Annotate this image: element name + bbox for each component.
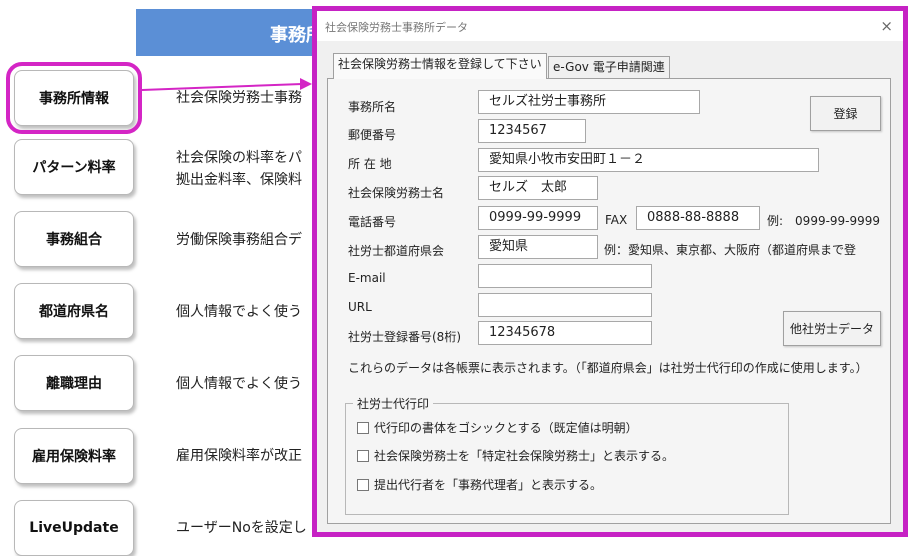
fax-field[interactable]: 0888-88-8888 — [636, 206, 760, 230]
office-name-label: 事務所名 — [348, 100, 397, 114]
email-field[interactable] — [478, 264, 652, 288]
reg-no-label: 社労士登録番号(8桁) — [348, 330, 461, 344]
phone-field[interactable]: 0999-99-9999 — [478, 206, 598, 230]
sidebar-label: 都道府県名 — [39, 304, 109, 320]
sidebar-button-liveupdate[interactable]: LiveUpdate — [14, 500, 134, 556]
checkbox-label: 提出代行者を「事務代理者」と表示する。 — [374, 478, 603, 492]
other-button-label: 他社労士データ — [789, 322, 874, 336]
tab-label: e-Gov 電子申請関連 — [553, 60, 665, 74]
name-label: 社会保険労務士名 — [348, 186, 445, 200]
fax-label: FAX — [605, 213, 628, 227]
sidebar-button-pattern-rate[interactable]: パターン料率 — [14, 139, 134, 195]
sidebar-button-prefecture[interactable]: 都道府県名 — [14, 283, 134, 339]
prefecture-field[interactable]: 愛知県 — [478, 235, 598, 259]
sidebar-label: LiveUpdate — [29, 520, 119, 536]
url-field[interactable] — [478, 293, 652, 317]
sidebar-label: パターン料率 — [32, 160, 116, 176]
address-field[interactable]: 愛知県小牧市安田町１－２ — [478, 148, 819, 172]
checkbox-icon — [357, 421, 369, 434]
email-label: E-mail — [348, 271, 386, 285]
gothic-checkbox[interactable]: 代行印の書体をゴシックとする（既定値は明朝） — [357, 419, 638, 436]
close-icon[interactable]: × — [880, 17, 893, 35]
name-field[interactable]: セルズ 太郎 — [478, 176, 598, 200]
sidebar-desc: 労働保険事務組合デ — [176, 232, 302, 248]
tab-label: 社会保険労務士情報を登録して下さい — [338, 57, 542, 71]
tab-egov[interactable]: e-Gov 電子申請関連 — [548, 56, 670, 78]
checkbox-label: 代行印の書体をゴシックとする（既定値は明朝） — [374, 421, 638, 435]
sidebar-label: 雇用保険料率 — [32, 449, 116, 465]
sidebar-label: 事務組合 — [46, 232, 102, 248]
sidebar-button-office-info[interactable]: 事務所情報 — [6, 62, 142, 134]
other-sharoushi-button[interactable]: 他社労士データ — [783, 311, 881, 346]
register-button-label: 登録 — [833, 107, 858, 121]
postal-field[interactable]: 1234567 — [478, 119, 586, 143]
prefecture-label: 社労士都道府県会 — [348, 244, 445, 258]
sidebar-desc: 雇用保険料率が改正 — [176, 448, 302, 464]
sidebar-label: 事務所情報 — [39, 91, 109, 107]
header-bar: 事務所 — [136, 9, 336, 56]
sidebar-desc: 拠出金料率、保険料 — [176, 172, 302, 188]
sidebar-desc: 個人情報でよく使う — [176, 304, 302, 320]
postal-label: 郵便番号 — [348, 128, 397, 142]
pointer-arrow — [142, 78, 312, 91]
register-button[interactable]: 登録 — [810, 96, 881, 131]
note-text: これらのデータは各帳票に表示されます。（「都道府県会」は社労士代行印の作成に使用… — [348, 361, 868, 375]
office-data-dialog: 社会保険労務士事務所データ × 社会保険労務士情報を登録して下さい e-Gov … — [312, 6, 908, 537]
sidebar-desc: ユーザーNoを設定し — [176, 520, 307, 536]
sidebar-desc: 社会保険の料率をパ — [176, 150, 302, 166]
checkbox-icon — [357, 478, 369, 491]
sidebar-desc: 個人情報でよく使う — [176, 376, 302, 392]
stamp-group-title: 社労士代行印 — [353, 395, 434, 412]
phone-label: 電話番号 — [348, 215, 397, 229]
dialog-title: 社会保険労務士事務所データ — [325, 21, 468, 34]
office-name-field[interactable]: セルズ社労士事務所 — [478, 90, 700, 114]
sidebar-button-employment-rate[interactable]: 雇用保険料率 — [14, 428, 134, 484]
sidebar-button-leave-reason[interactable]: 離職理由 — [14, 355, 134, 411]
sidebar-button-labor-union[interactable]: 事務組合 — [14, 211, 134, 267]
phone-example: 例: 0999-99-9999 — [767, 214, 881, 228]
checkbox-label: 社会保険労務士を「特定社会保険労務士」と表示する。 — [374, 449, 675, 463]
tab-office-info[interactable]: 社会保険労務士情報を登録して下さい — [333, 53, 547, 79]
prefecture-example: 例：愛知県、東京都、大阪府（都道府県まで登 — [604, 243, 857, 257]
checkbox-icon — [357, 449, 369, 462]
agent-checkbox[interactable]: 提出代行者を「事務代理者」と表示する。 — [357, 476, 602, 493]
address-label: 所 在 地 — [348, 157, 392, 171]
specific-sharoushi-checkbox[interactable]: 社会保険労務士を「特定社会保険労務士」と表示する。 — [357, 447, 674, 464]
url-label: URL — [348, 300, 372, 314]
dialog-titlebar: 社会保険労務士事務所データ × — [317, 11, 903, 41]
reg-no-field[interactable]: 12345678 — [478, 321, 652, 345]
sidebar-label: 離職理由 — [46, 376, 102, 392]
